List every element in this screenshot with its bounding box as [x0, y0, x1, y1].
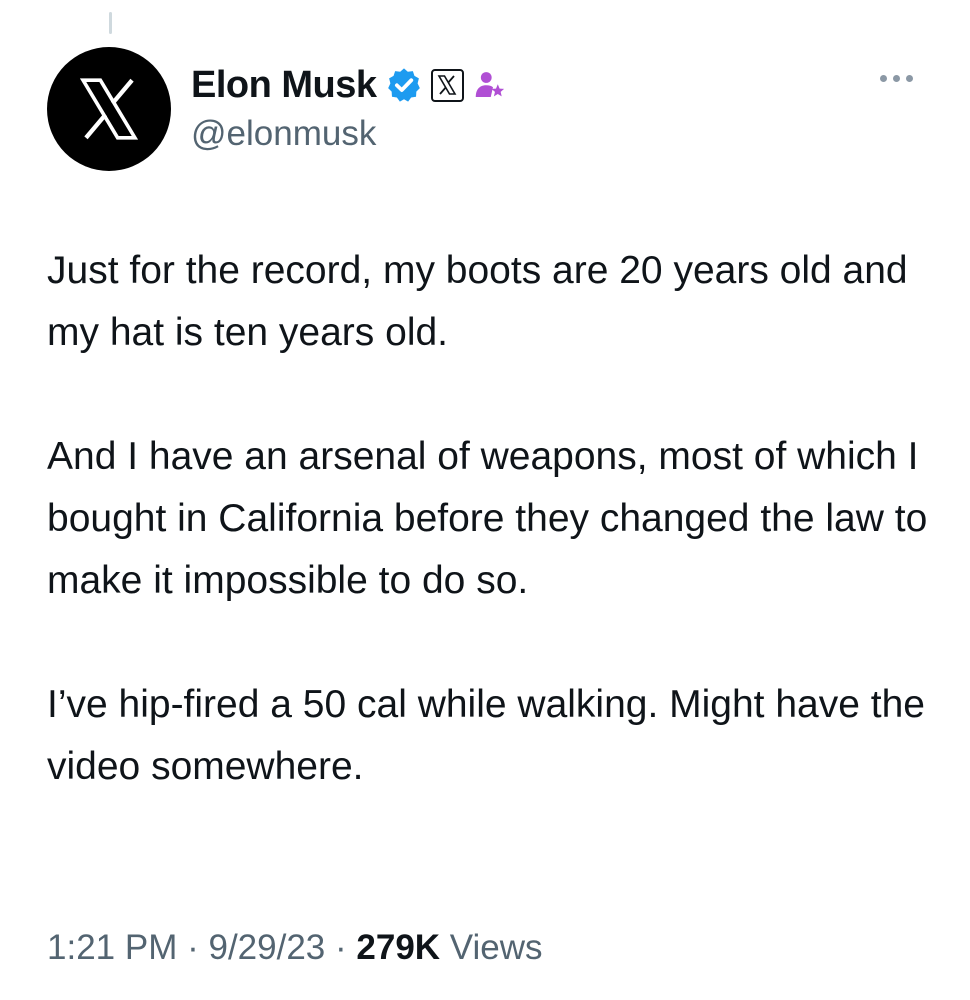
views-count[interactable]: 279K	[356, 928, 440, 967]
x-logo-icon	[79, 78, 139, 140]
thread-connector-line	[109, 12, 112, 34]
views-label: Views	[449, 928, 543, 967]
more-options-button[interactable]	[868, 66, 924, 90]
avatar[interactable]	[47, 47, 171, 171]
subscriber-star-icon[interactable]	[472, 67, 508, 103]
meta-separator: ·	[335, 928, 347, 967]
x-affiliate-badge-icon[interactable]	[430, 68, 464, 102]
tweet-paragraph: Just for the record, my boots are 20 yea…	[47, 249, 908, 354]
tweet-date[interactable]: 9/29/23	[208, 928, 325, 967]
tweet-text: Just for the record, my boots are 20 yea…	[47, 240, 947, 798]
tweet-metadata: 1:21 PM · 9/29/23 · 279K Views	[47, 928, 543, 968]
tweet-paragraph: And I have an arsenal of weapons, most o…	[47, 435, 928, 602]
tweet-paragraph: I’ve hip-fired a 50 cal while walking. M…	[47, 683, 925, 788]
author-display-name[interactable]: Elon Musk	[191, 64, 377, 107]
more-dots-icon	[879, 74, 887, 82]
tweet-time[interactable]: 1:21 PM	[47, 928, 177, 967]
more-dots-icon	[892, 74, 900, 82]
meta-separator: ·	[187, 928, 199, 967]
more-dots-icon	[905, 74, 913, 82]
verified-badge-icon[interactable]	[385, 66, 423, 104]
author-header: Elon Musk	[191, 58, 508, 112]
author-handle[interactable]: @elonmusk	[191, 114, 376, 154]
